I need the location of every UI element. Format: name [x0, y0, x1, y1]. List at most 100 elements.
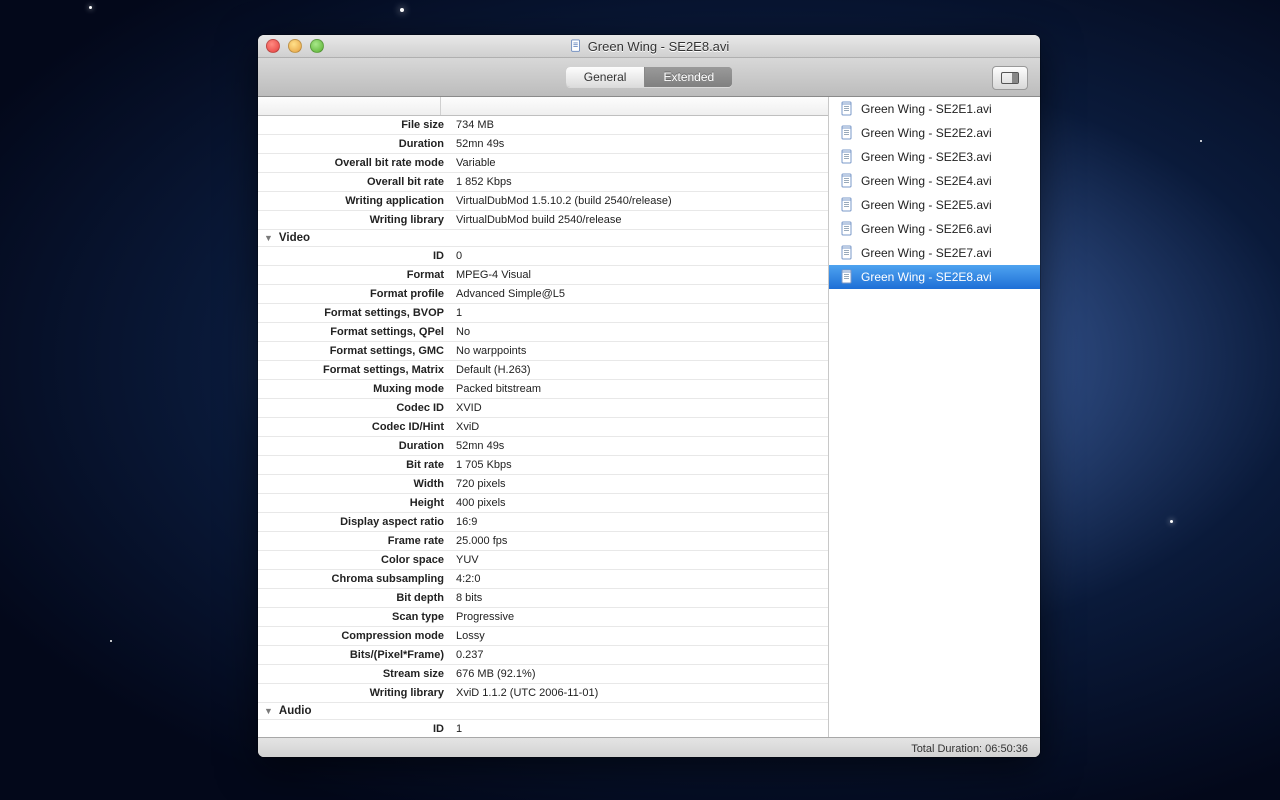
detail-row: Bits/(Pixel*Frame)0.237 [258, 646, 828, 665]
detail-label: Display aspect ratio [258, 515, 452, 529]
file-item[interactable]: Green Wing - SE2E3.avi [829, 145, 1040, 169]
tab-extended[interactable]: Extended [644, 67, 732, 87]
file-name: Green Wing - SE2E6.avi [861, 222, 992, 236]
detail-row: Duration52mn 49s [258, 437, 828, 456]
column-header [258, 97, 828, 116]
detail-row: Writing applicationVirtualDubMod 1.5.10.… [258, 192, 828, 211]
detail-label: Codec ID/Hint [258, 420, 452, 434]
detail-row: Duration52mn 49s [258, 135, 828, 154]
detail-value: Progressive [452, 610, 828, 624]
detail-row: Format settings, GMCNo warppoints [258, 342, 828, 361]
detail-label: Overall bit rate mode [258, 156, 452, 170]
file-item[interactable]: Green Wing - SE2E1.avi [829, 97, 1040, 121]
detail-label: Format profile [258, 287, 452, 301]
detail-row: Scan typeProgressive [258, 608, 828, 627]
file-icon [839, 269, 855, 285]
detail-label: Format settings, GMC [258, 344, 452, 358]
detail-value: 0 [452, 249, 828, 263]
status-bar: Total Duration: 06:50:36 [258, 737, 1040, 757]
section-header[interactable]: ▼Audio [258, 703, 828, 720]
detail-pane[interactable]: File size734 MBDuration52mn 49sOverall b… [258, 97, 829, 737]
detail-label: Format settings, BVOP [258, 306, 452, 320]
detail-row: ID1 [258, 720, 828, 737]
tab-general[interactable]: General [566, 67, 645, 87]
detail-label: Bit rate [258, 458, 452, 472]
file-icon [839, 101, 855, 117]
toolbar: General Extended [258, 58, 1040, 97]
file-name: Green Wing - SE2E7.avi [861, 246, 992, 260]
section-header[interactable]: ▼ Video [258, 230, 828, 247]
disclosure-triangle-icon: ▼ [264, 706, 273, 716]
document-icon [569, 39, 583, 53]
detail-label: Overall bit rate [258, 175, 452, 189]
window-title: Green Wing - SE2E8.avi [258, 39, 1040, 54]
detail-label: Writing library [258, 686, 452, 700]
detail-row: Stream size676 MB (92.1%) [258, 665, 828, 684]
detail-value: 734 MB [452, 118, 828, 132]
detail-value: 400 pixels [452, 496, 828, 510]
detail-row: Height400 pixels [258, 494, 828, 513]
detail-value: No warppoints [452, 344, 828, 358]
minimize-button[interactable] [288, 39, 302, 53]
detail-label: Format settings, Matrix [258, 363, 452, 377]
close-button[interactable] [266, 39, 280, 53]
detail-label: File size [258, 118, 452, 132]
detail-label: Writing library [258, 213, 452, 227]
detail-label: Stream size [258, 667, 452, 681]
detail-value: Lossy [452, 629, 828, 643]
detail-value: VirtualDubMod build 2540/release [452, 213, 828, 227]
detail-value: 1 852 Kbps [452, 175, 828, 189]
view-mode-segmented: General Extended [566, 67, 732, 87]
detail-row: Codec IDXVID [258, 399, 828, 418]
detail-value: YUV [452, 553, 828, 567]
file-name: Green Wing - SE2E8.avi [861, 270, 992, 284]
file-icon [839, 125, 855, 141]
detail-row: Muxing modePacked bitstream [258, 380, 828, 399]
detail-row: Format settings, QPelNo [258, 323, 828, 342]
section-title: Video [279, 232, 310, 244]
file-item[interactable]: Green Wing - SE2E8.avi [829, 265, 1040, 289]
detail-row: Display aspect ratio16:9 [258, 513, 828, 532]
detail-value: 0.237 [452, 648, 828, 662]
detail-value: Default (H.263) [452, 363, 828, 377]
detail-value: MPEG-4 Visual [452, 268, 828, 282]
file-item[interactable]: Green Wing - SE2E7.avi [829, 241, 1040, 265]
detail-row: Format settings, MatrixDefault (H.263) [258, 361, 828, 380]
file-name: Green Wing - SE2E2.avi [861, 126, 992, 140]
file-item[interactable]: Green Wing - SE2E4.avi [829, 169, 1040, 193]
detail-label: Color space [258, 553, 452, 567]
detail-row: Chroma subsampling4:2:0 [258, 570, 828, 589]
detail-row: File size734 MB [258, 116, 828, 135]
detail-label: Format settings, QPel [258, 325, 452, 339]
file-icon [839, 149, 855, 165]
detail-row: Width720 pixels [258, 475, 828, 494]
detail-value: XviD 1.1.2 (UTC 2006-11-01) [452, 686, 828, 700]
disclosure-triangle-icon: ▼ [264, 233, 273, 243]
detail-value: 52mn 49s [452, 439, 828, 453]
file-list[interactable]: Green Wing - SE2E1.avi Green Wing - SE2E2… [829, 97, 1040, 737]
detail-row: Format profileAdvanced Simple@L5 [258, 285, 828, 304]
file-item[interactable]: Green Wing - SE2E6.avi [829, 217, 1040, 241]
file-name: Green Wing - SE2E1.avi [861, 102, 992, 116]
total-duration-label: Total Duration: 06:50:36 [911, 743, 1028, 755]
titlebar[interactable]: Green Wing - SE2E8.avi [258, 35, 1040, 58]
detail-value: 8 bits [452, 591, 828, 605]
detail-label: Height [258, 496, 452, 510]
detail-row: Compression modeLossy [258, 627, 828, 646]
desktop-background: Green Wing - SE2E8.avi General Extended … [0, 0, 1280, 800]
file-item[interactable]: Green Wing - SE2E2.avi [829, 121, 1040, 145]
toggle-sidebar-button[interactable] [992, 66, 1028, 90]
zoom-button[interactable] [310, 39, 324, 53]
detail-row: Format settings, BVOP1 [258, 304, 828, 323]
detail-value: No [452, 325, 828, 339]
detail-value: 676 MB (92.1%) [452, 667, 828, 681]
file-name: Green Wing - SE2E5.avi [861, 198, 992, 212]
file-item[interactable]: Green Wing - SE2E5.avi [829, 193, 1040, 217]
detail-row: Bit depth8 bits [258, 589, 828, 608]
detail-label: Chroma subsampling [258, 572, 452, 586]
detail-label: Frame rate [258, 534, 452, 548]
detail-row: Writing libraryVirtualDubMod build 2540/… [258, 211, 828, 230]
detail-label: Format [258, 268, 452, 282]
detail-row: Overall bit rate1 852 Kbps [258, 173, 828, 192]
file-icon [839, 173, 855, 189]
